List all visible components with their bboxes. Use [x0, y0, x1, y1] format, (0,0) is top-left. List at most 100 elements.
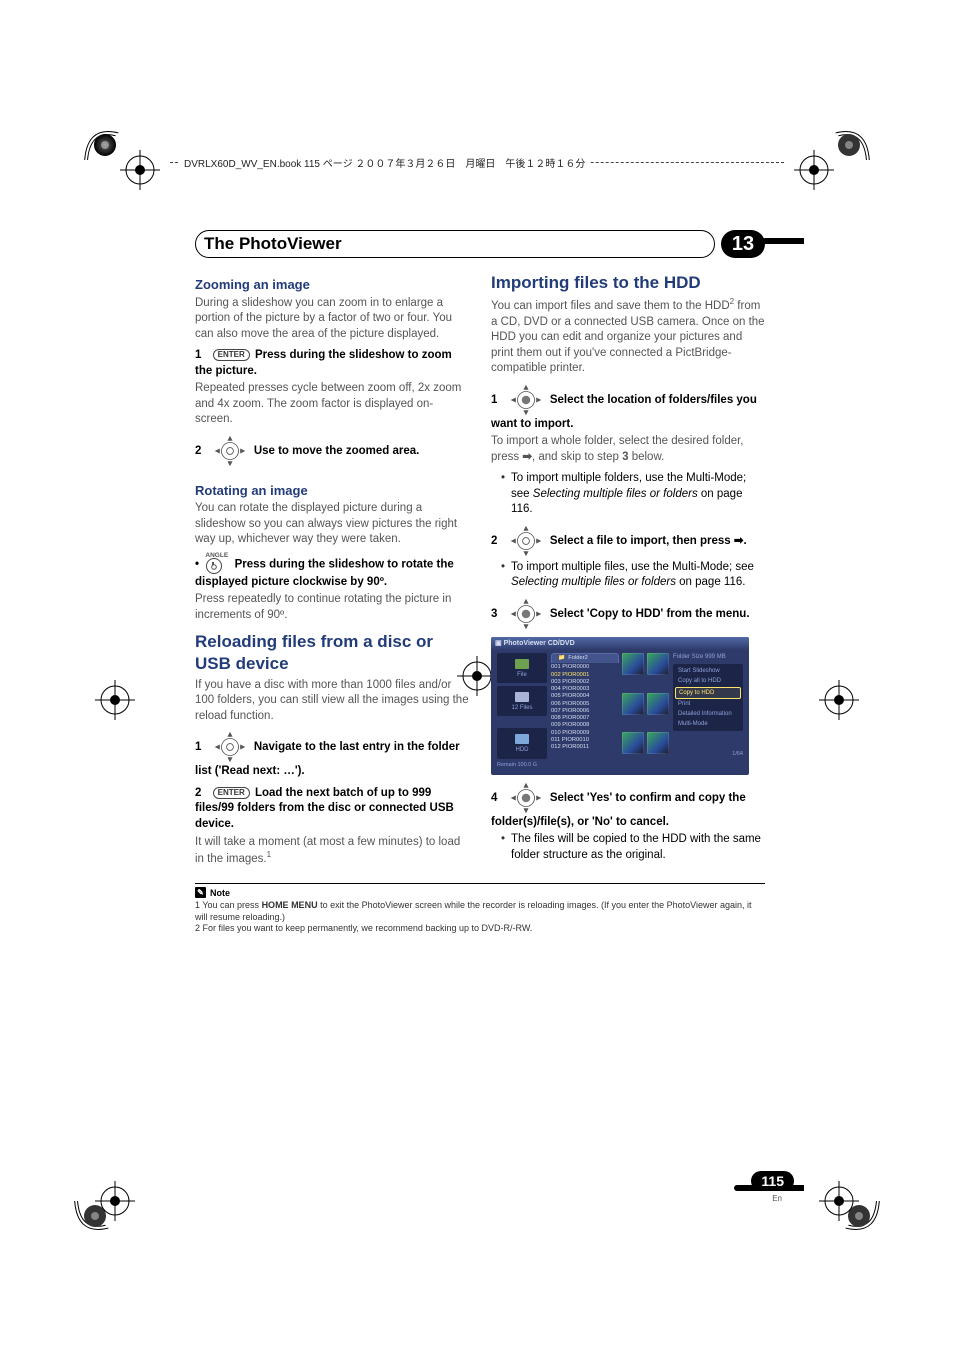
photoviewer-screenshot: ▣ PhotoViewer CD/DVD File 12 Files [491, 637, 749, 775]
registration-mark-icon [819, 680, 859, 720]
ss-file-list: 📁Folder2 001 PIOR0000 002 PIOR0001 003 P… [551, 653, 619, 769]
step-text: Select a file to import, then press [550, 535, 734, 547]
dpad-enter-icon [509, 597, 543, 631]
ss-hdd-box: HDD [497, 728, 547, 758]
ss-sidebar: File 12 Files HDD Remain 100.0 G [497, 653, 547, 769]
ss-menu-item: Detailed Information [675, 709, 741, 719]
enter-button-icon: ENTER [213, 787, 250, 799]
zoom-step-1: 1 ENTER Press during the slideshow to zo… [195, 348, 469, 379]
step-text: Use to move the zoomed area. [254, 445, 420, 457]
ss-thumb [647, 653, 669, 675]
button-name: HOME MENU [262, 900, 318, 910]
ss-folder-size: Folder Size 999 MB [673, 653, 743, 661]
registration-mark-icon [95, 680, 135, 720]
step-text: Select 'Copy to HDD' from the menu. [550, 608, 750, 620]
ss-menu-item: Multi-Mode [675, 719, 741, 729]
registration-mark-icon [794, 150, 834, 190]
import-step-3: 3 Select 'Copy to HDD' from the menu. [491, 597, 765, 631]
note-heading-label: Note [210, 888, 230, 898]
text-fragment: on page 116. [676, 576, 746, 588]
import-step2-bullet: To import multiple files, use the Multi-… [501, 560, 765, 591]
registration-mark-icon [819, 1181, 859, 1221]
step-number: 1 [195, 349, 201, 361]
ss-context-menu: Start Slideshow Copy all to HDD Copy to … [673, 664, 743, 731]
note-icon: ✎ [195, 887, 206, 898]
ss-file-label: File [517, 672, 527, 678]
reload-intro: If you have a disc with more than 1000 f… [195, 678, 469, 725]
ss-file-box: File [497, 653, 547, 683]
import-step-2: 2 Select a file to import, then press ➡. [491, 524, 765, 558]
heading-zoom: Zooming an image [195, 276, 469, 294]
reload-step-1: 1 Navigate to the last entry in the fold… [195, 730, 469, 780]
ss-hdd-label: HDD [516, 747, 529, 753]
rotate-body: Press repeatedly to continue rotating th… [195, 592, 469, 623]
text-fragment: To import multiple files, use the Multi-… [511, 561, 754, 573]
dpad-enter-icon [509, 781, 543, 815]
enter-button-icon: ENTER [213, 349, 250, 361]
side-tab-marker [762, 238, 804, 244]
dpad-icon [213, 730, 247, 764]
step-number: 4 [491, 792, 497, 804]
ss-menu-item: Start Slideshow [675, 666, 741, 676]
ss-menu-item-selected: Copy to HDD [675, 687, 741, 699]
list-item: 005 PIOR0004 [551, 693, 619, 700]
text-fragment: , and skip to step [532, 451, 622, 463]
footnote-ref: 1 [267, 850, 271, 859]
ss-pager: 1/64 [673, 751, 743, 758]
text-fragment: below. [629, 451, 665, 463]
text-fragment: . [744, 535, 747, 547]
list-item: 010 PIOR0009 [551, 730, 619, 737]
right-arrow-icon: ➡ [734, 535, 744, 547]
ss-thumb [647, 732, 669, 754]
cross-ref: Selecting multiple files or folders [511, 576, 676, 588]
ss-thumbnails [622, 653, 669, 769]
import-step1-body: To import a whole folder, select the des… [491, 434, 765, 465]
cross-ref: Selecting multiple files or folders [533, 488, 698, 500]
page-language: En [772, 1194, 782, 1203]
ss-thumb [622, 732, 644, 754]
text-fragment: The files will be copied to the HDD with… [511, 832, 765, 863]
zoom-step1-body: Repeated presses cycle between zoom off,… [195, 381, 469, 428]
import-step-1: 1 Select the location of folders/files y… [491, 383, 765, 433]
text-fragment: 1 You can press [195, 900, 262, 910]
right-column: Importing files to the HDD You can impor… [491, 272, 765, 873]
reload-step2-body: It will take a moment (at most a few min… [195, 835, 469, 868]
ss-menu-item: Copy all to HDD [675, 676, 741, 686]
ss-title-text: PhotoViewer CD/DVD [504, 640, 575, 647]
rotate-intro: You can rotate the displayed picture dur… [195, 501, 469, 548]
chapter-number-badge: 13 [721, 230, 765, 258]
ss-app-icon: ▣ [495, 640, 502, 647]
import-step1-bullet: To import multiple folders, use the Mult… [501, 471, 765, 518]
ss-files-count-box: 12 Files [497, 686, 547, 716]
step-text: Press during the slideshow to rotate the… [195, 558, 454, 588]
ss-thumb [622, 653, 644, 675]
registration-mark-icon [120, 150, 160, 190]
ss-context-menu-panel: Folder Size 999 MB Start Slideshow Copy … [673, 653, 743, 769]
import-intro: You can import files and save them to th… [491, 297, 765, 376]
step-number: 2 [195, 787, 201, 799]
ss-files-icon [515, 692, 529, 702]
ss-files-count: 12 Files [511, 705, 532, 711]
step-number: 3 [491, 608, 497, 620]
list-item: 003 PIOR0002 [551, 679, 619, 686]
heading-import: Importing files to the HDD [491, 272, 765, 293]
dpad-enter-icon [509, 383, 543, 417]
list-item: 009 PIOR0008 [551, 722, 619, 729]
chapter-title: The PhotoViewer [204, 234, 342, 254]
rotate-step: • ANGLE Press during the slideshow to ro… [195, 554, 469, 591]
registration-mark-icon [95, 1181, 135, 1221]
folder-icon: 📁 [558, 655, 565, 662]
ss-hdd-icon [515, 734, 529, 744]
heading-reload: Reloading files from a disc or USB devic… [195, 631, 469, 674]
ss-remain: Remain 100.0 G [497, 762, 547, 769]
note-heading: ✎ Note [195, 883, 765, 898]
ss-titlebar: ▣ PhotoViewer CD/DVD [491, 637, 749, 650]
import-step-4: 4 Select 'Yes' to confirm and copy the f… [491, 781, 765, 831]
text-fragment: It will take a moment (at most a few min… [195, 836, 460, 865]
import-step4-bullet: The files will be copied to the HDD with… [501, 832, 765, 863]
list-item: 006 PIOR0005 [551, 701, 619, 708]
step-number: 1 [491, 394, 497, 406]
footnote-2: 2 For files you want to keep permanently… [195, 923, 765, 934]
ss-thumb [622, 693, 644, 715]
zoom-intro: During a slideshow you can zoom in to en… [195, 296, 469, 343]
